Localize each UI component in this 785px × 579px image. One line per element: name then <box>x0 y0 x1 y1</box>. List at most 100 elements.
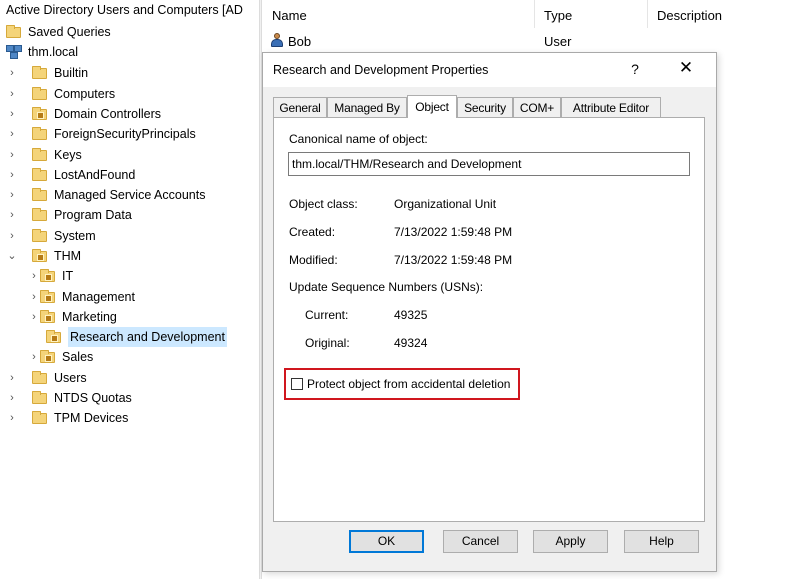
tree-item-thm[interactable]: ⌄ THM <box>6 246 81 266</box>
close-icon[interactable]: ✕ <box>672 58 700 78</box>
canonical-name-label: Canonical name of object: <box>289 132 428 146</box>
chevron-right-icon[interactable]: › <box>28 347 40 367</box>
tree-item-system[interactable]: › System <box>6 226 96 246</box>
chevron-right-icon[interactable]: › <box>6 104 18 124</box>
tree-item-lost-and-found[interactable]: › LostAndFound <box>6 165 135 185</box>
chevron-right-icon[interactable]: › <box>28 287 40 307</box>
tree-item-domain-controllers[interactable]: › Domain Controllers <box>6 104 161 124</box>
list-header: Name Type Description <box>262 0 785 30</box>
ou-folder-icon <box>40 289 56 305</box>
tree-item-managed-service-accounts[interactable]: › Managed Service Accounts <box>6 185 205 205</box>
folder-icon <box>32 65 48 81</box>
tree-item-users[interactable]: › Users <box>6 368 87 388</box>
created-label: Created: <box>289 225 336 239</box>
canonical-name-field[interactable]: thm.local/THM/Research and Development <box>288 152 690 176</box>
tree-item-research-and-development[interactable]: Research and Development <box>40 327 227 347</box>
tab-com-plus[interactable]: COM+ <box>513 97 561 117</box>
tree-item-computers[interactable]: › Computers <box>6 84 115 104</box>
folder-icon <box>32 390 48 406</box>
object-class-value: Organizational Unit <box>394 197 497 211</box>
tab-attribute-editor[interactable]: Attribute Editor <box>561 97 661 117</box>
usn-label: Update Sequence Numbers (USNs): <box>289 280 484 294</box>
list-row-type: User <box>544 34 572 49</box>
tab-object[interactable]: Object <box>407 95 457 118</box>
chevron-right-icon[interactable]: › <box>6 226 18 246</box>
column-divider[interactable] <box>647 0 648 28</box>
protect-checkbox[interactable] <box>291 378 303 390</box>
column-header-description[interactable]: Description <box>657 8 722 23</box>
object-tab-panel: Canonical name of object: thm.local/THM/… <box>273 117 705 522</box>
current-usn-value: 49325 <box>394 308 428 322</box>
chevron-right-icon[interactable]: › <box>6 84 18 104</box>
tree-item-program-data[interactable]: › Program Data <box>6 205 132 225</box>
folder-icon <box>32 167 48 183</box>
chevron-right-icon[interactable]: › <box>6 185 18 205</box>
column-header-type[interactable]: Type <box>544 8 572 23</box>
object-class-label: Object class: <box>289 197 358 211</box>
ou-folder-icon <box>32 248 48 264</box>
domain-icon <box>6 44 22 60</box>
modified-label: Modified: <box>289 253 338 267</box>
folder-icon <box>32 147 48 163</box>
cancel-button[interactable]: Cancel <box>443 530 518 553</box>
protect-checkbox-label[interactable]: Protect object from accidental deletion <box>307 377 510 391</box>
tree-item-management[interactable]: › Management <box>28 287 135 307</box>
modified-value: 7/13/2022 1:59:48 PM <box>394 253 513 267</box>
tree-item-saved-queries[interactable]: Saved Queries <box>6 22 111 42</box>
tab-managed-by[interactable]: Managed By <box>327 97 407 117</box>
chevron-right-icon[interactable]: › <box>6 368 18 388</box>
user-icon <box>270 33 284 47</box>
current-usn-label: Current: <box>305 308 349 322</box>
ok-button[interactable]: OK <box>349 530 424 553</box>
tree-item-marketing[interactable]: › Marketing <box>28 307 117 327</box>
column-header-name[interactable]: Name <box>272 8 307 23</box>
chevron-right-icon[interactable]: › <box>6 408 18 428</box>
tree-item-foreign-security-principals[interactable]: › ForeignSecurityPrincipals <box>6 124 196 144</box>
original-usn-label: Original: <box>305 336 350 350</box>
folder-icon <box>32 187 48 203</box>
created-value: 7/13/2022 1:59:48 PM <box>394 225 513 239</box>
chevron-right-icon[interactable]: › <box>28 307 40 327</box>
chevron-right-icon[interactable]: › <box>6 145 18 165</box>
tree-root-label: Active Directory Users and Computers [AD <box>6 3 243 17</box>
chevron-right-icon[interactable]: › <box>6 388 18 408</box>
tab-security[interactable]: Security <box>457 97 513 117</box>
folder-icon <box>6 24 22 40</box>
tree-item-tpm-devices[interactable]: › TPM Devices <box>6 408 128 428</box>
console-tree: Active Directory Users and Computers [AD… <box>0 0 259 579</box>
ou-folder-icon <box>40 309 56 325</box>
folder-icon <box>32 207 48 223</box>
help-button[interactable]: Help <box>624 530 699 553</box>
chevron-down-icon[interactable]: ⌄ <box>6 246 18 266</box>
tree-item-builtin[interactable]: › Builtin <box>6 63 88 83</box>
folder-icon <box>32 228 48 244</box>
tree-item-it[interactable]: › IT <box>28 266 73 286</box>
folder-icon <box>32 370 48 386</box>
ou-folder-icon <box>40 349 56 365</box>
folder-icon <box>32 410 48 426</box>
original-usn-value: 49324 <box>394 336 428 350</box>
chevron-right-icon[interactable]: › <box>6 63 18 83</box>
tree-root[interactable]: Active Directory Users and Computers [AD <box>6 0 243 20</box>
ou-folder-icon <box>32 106 48 122</box>
tree-item-keys[interactable]: › Keys <box>6 145 82 165</box>
column-divider[interactable] <box>534 0 535 28</box>
help-icon[interactable]: ? <box>628 61 642 77</box>
chevron-right-icon[interactable]: › <box>6 124 18 144</box>
dialog-titlebar[interactable]: Research and Development Properties ? ✕ <box>263 53 716 87</box>
dialog-title: Research and Development Properties <box>273 63 489 77</box>
protect-highlight: Protect object from accidental deletion <box>284 368 520 400</box>
tree-item-ntds-quotas[interactable]: › NTDS Quotas <box>6 388 132 408</box>
tab-general[interactable]: General <box>273 97 327 117</box>
tree-item-domain[interactable]: thm.local <box>6 42 78 62</box>
tree-item-sales[interactable]: › Sales <box>28 347 93 367</box>
ou-folder-icon <box>40 268 56 284</box>
apply-button[interactable]: Apply <box>533 530 608 553</box>
properties-dialog: Research and Development Properties ? ✕ … <box>262 52 717 572</box>
chevron-right-icon[interactable]: › <box>6 165 18 185</box>
folder-icon <box>32 86 48 102</box>
list-row-name: Bob <box>288 34 312 49</box>
ou-folder-icon <box>46 329 62 345</box>
chevron-right-icon[interactable]: › <box>6 205 18 225</box>
chevron-right-icon[interactable]: › <box>28 266 40 286</box>
